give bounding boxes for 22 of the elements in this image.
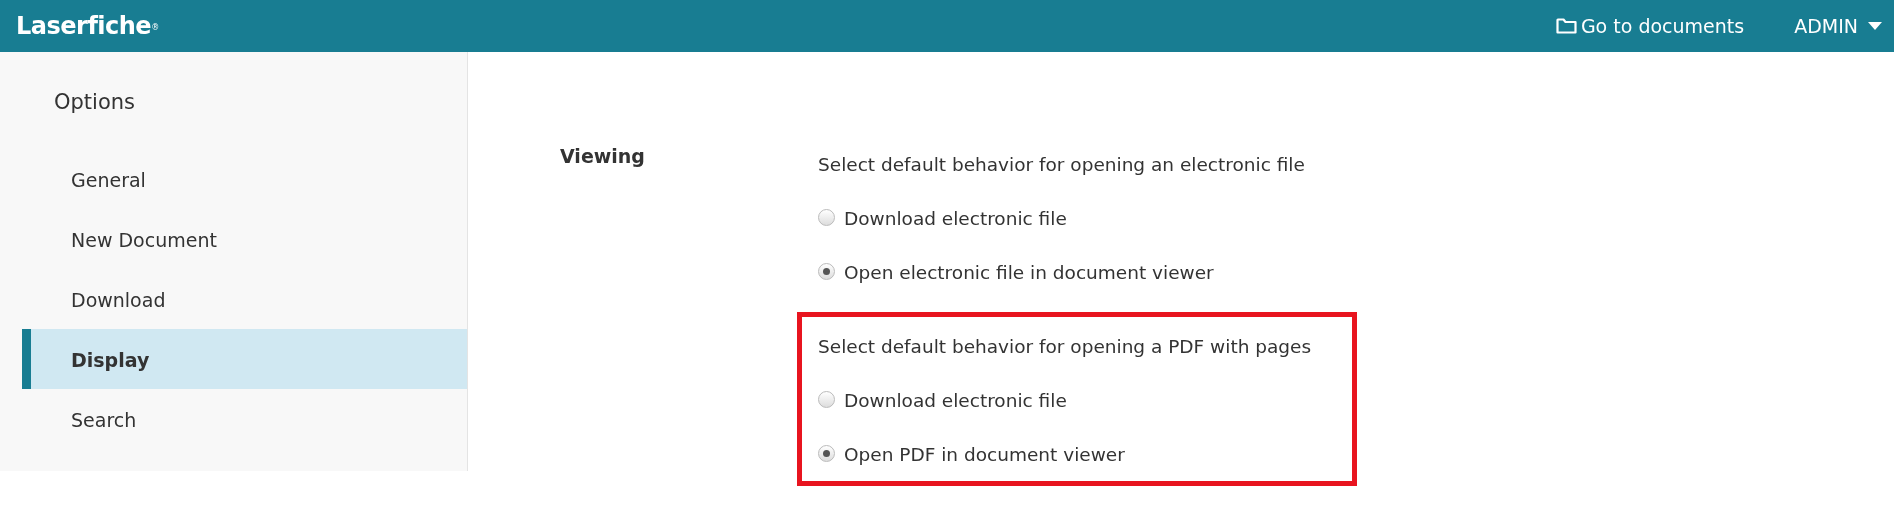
caret-icon	[1868, 22, 1882, 30]
go-to-documents-link[interactable]: Go to documents	[1555, 11, 1745, 41]
radio-label: Download electronic file	[844, 207, 1067, 231]
radio-button[interactable]	[818, 445, 835, 462]
radio-label: Download electronic file	[844, 389, 1067, 413]
user-menu[interactable]: ADMIN	[1794, 11, 1882, 41]
prompt-text: Select default behavior for opening an electronic file	[818, 154, 1305, 175]
sidebar-item[interactable]: General	[22, 149, 467, 209]
prompt-text: Select default behavior for opening a PDF with pages	[818, 336, 1312, 357]
sidebar-item[interactable]: Download	[22, 269, 467, 329]
folder-icon	[1555, 17, 1577, 35]
logo: Laserfiche$^{®}$	[16, 11, 159, 42]
radio-label: Open PDF in document viewer	[844, 443, 1125, 467]
sidebar-item[interactable]: Display	[22, 329, 467, 389]
radio-label: Open electronic file in document viewer	[844, 261, 1214, 285]
section-label: Viewing	[560, 144, 645, 169]
radio-button[interactable]	[818, 209, 835, 226]
radio-button[interactable]	[818, 263, 835, 280]
sidebar-item[interactable]: Search	[22, 389, 467, 449]
radio-button[interactable]	[818, 391, 835, 408]
sidebar-item[interactable]: New Document	[22, 209, 467, 269]
sidebar-title: Options	[53, 89, 137, 116]
